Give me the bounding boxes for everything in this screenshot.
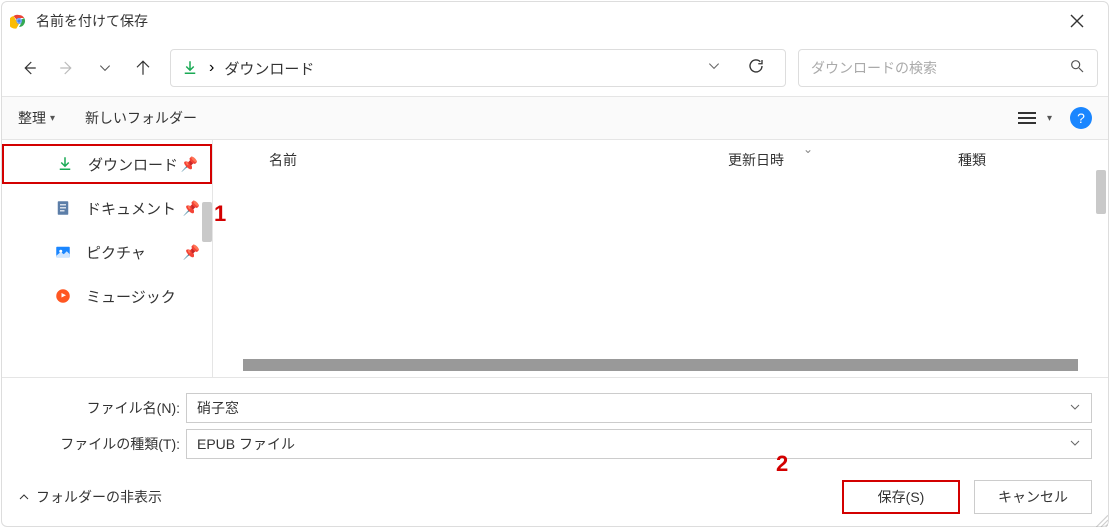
- chevron-down-icon: [98, 61, 112, 75]
- new-folder-button[interactable]: 新しいフォルダー: [85, 108, 197, 128]
- footer: フォルダーの非表示 保存(S) キャンセル: [2, 468, 1108, 526]
- column-headers[interactable]: 名前 更新日時 種類: [213, 140, 1108, 180]
- file-pane: ⌄ 名前 更新日時 種類: [212, 140, 1108, 377]
- refresh-button[interactable]: [737, 57, 775, 80]
- organize-menu[interactable]: 整理: [18, 108, 46, 128]
- file-scrollbar-h[interactable]: [243, 359, 1078, 371]
- arrow-right-icon: [58, 59, 76, 77]
- search-box[interactable]: [798, 49, 1098, 87]
- column-type[interactable]: 種類: [958, 150, 1108, 170]
- chevron-down-icon: ▾: [1047, 113, 1052, 124]
- cancel-button[interactable]: キャンセル: [974, 480, 1092, 514]
- nav-bar: › ダウンロード: [2, 40, 1108, 96]
- sort-indicator-icon: ⌄: [803, 142, 813, 156]
- breadcrumb-sep: ›: [209, 59, 214, 77]
- forward-button[interactable]: [50, 51, 84, 85]
- filename-dropdown[interactable]: [1069, 400, 1081, 416]
- address-dropdown[interactable]: [701, 59, 727, 78]
- titlebar: 名前を付けて保存: [2, 2, 1108, 40]
- download-icon: [54, 155, 76, 173]
- arrow-up-icon: [134, 59, 152, 77]
- filename-label: ファイル名(N):: [18, 398, 186, 418]
- sidebar-item-documents[interactable]: ドキュメント 📌: [2, 186, 212, 230]
- back-button[interactable]: [12, 51, 46, 85]
- pin-icon: 📌: [181, 156, 198, 173]
- hide-folders-label: フォルダーの非表示: [36, 487, 162, 507]
- column-name[interactable]: 名前: [269, 150, 728, 170]
- address-bar[interactable]: › ダウンロード: [170, 49, 786, 87]
- file-list[interactable]: [213, 180, 1108, 377]
- hide-folders-toggle[interactable]: フォルダーの非表示: [18, 487, 162, 507]
- download-icon: [181, 59, 199, 77]
- chevron-up-icon: [18, 491, 30, 503]
- filetype-dropdown[interactable]: [1069, 436, 1081, 452]
- search-icon: [1069, 58, 1085, 74]
- filetype-label: ファイルの種類(T):: [18, 434, 186, 454]
- form-area: ファイル名(N): 硝子窓 ファイルの種類(T): EPUB ファイル: [2, 377, 1108, 468]
- document-icon: [52, 199, 74, 217]
- chrome-icon: [10, 12, 28, 30]
- breadcrumb: ダウンロード: [224, 58, 691, 79]
- view-menu[interactable]: [1013, 112, 1041, 124]
- filetype-select[interactable]: EPUB ファイル: [186, 429, 1092, 459]
- filename-value: 硝子窓: [197, 398, 239, 418]
- search-button[interactable]: [1069, 58, 1085, 79]
- pin-icon: 📌: [183, 200, 200, 217]
- chevron-down-icon: [1069, 437, 1081, 449]
- resize-grip-icon[interactable]: [1094, 513, 1108, 527]
- sidebar-item-music[interactable]: ミュージック: [2, 274, 212, 318]
- sidebar: ダウンロード 📌 ドキュメント 📌 ピクチャ 📌 ミュージック: [2, 140, 212, 377]
- sidebar-item-downloads[interactable]: ダウンロード 📌: [2, 144, 212, 184]
- close-icon: [1070, 14, 1084, 28]
- up-button[interactable]: [126, 51, 160, 85]
- chevron-down-icon: ▾: [50, 113, 55, 124]
- sidebar-item-label: ダウンロード: [88, 154, 178, 175]
- music-icon: [52, 287, 74, 305]
- search-input[interactable]: [811, 60, 1069, 76]
- sidebar-item-label: ピクチャ: [86, 242, 146, 263]
- toolbar: 整理 ▾ 新しいフォルダー ▾ ?: [2, 96, 1108, 140]
- column-date[interactable]: 更新日時: [728, 150, 958, 170]
- refresh-icon: [747, 57, 765, 75]
- pin-icon: 📌: [183, 244, 200, 261]
- help-button[interactable]: ?: [1070, 107, 1092, 129]
- sidebar-item-pictures[interactable]: ピクチャ 📌: [2, 230, 212, 274]
- pictures-icon: [52, 243, 74, 261]
- file-scrollbar-v[interactable]: [1096, 170, 1106, 214]
- close-button[interactable]: [1054, 5, 1100, 37]
- sidebar-item-label: ドキュメント: [86, 198, 176, 219]
- sidebar-scrollbar[interactable]: [202, 202, 212, 242]
- chevron-down-icon: [1069, 401, 1081, 413]
- recent-button[interactable]: [88, 51, 122, 85]
- chevron-down-icon: [707, 59, 721, 73]
- save-button[interactable]: 保存(S): [842, 480, 960, 514]
- sidebar-item-label: ミュージック: [86, 286, 176, 307]
- filename-input[interactable]: 硝子窓: [186, 393, 1092, 423]
- filetype-value: EPUB ファイル: [197, 434, 295, 454]
- window-title: 名前を付けて保存: [36, 11, 1054, 31]
- arrow-left-icon: [20, 59, 38, 77]
